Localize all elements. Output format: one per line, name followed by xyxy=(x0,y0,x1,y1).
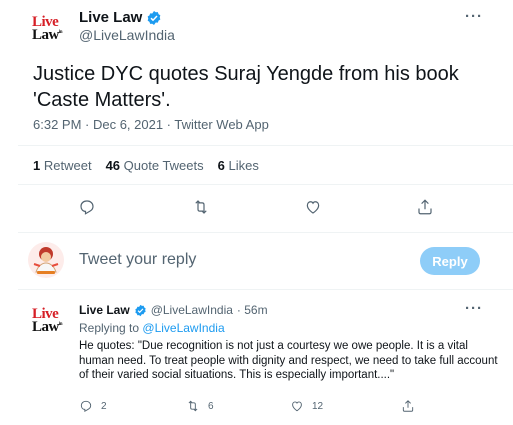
reply-reply-button[interactable]: 2 xyxy=(79,399,107,413)
more-icon[interactable]: ··· xyxy=(465,300,483,317)
logo-line2: Lawin xyxy=(32,319,63,335)
share-button[interactable] xyxy=(414,198,436,216)
reply-like-button[interactable]: 12 xyxy=(290,399,323,413)
verified-badge-icon xyxy=(148,10,161,25)
likes-stat[interactable]: 6 Likes xyxy=(218,158,259,173)
reply-text: He quotes: "Due recognition is not just … xyxy=(79,340,498,381)
divider xyxy=(18,289,513,290)
reply-button[interactable] xyxy=(76,198,98,216)
like-icon xyxy=(292,401,302,412)
retweet-icon xyxy=(195,200,207,214)
quote-tweets-stat[interactable]: 46 Quote Tweets xyxy=(106,158,204,173)
like-count: 12 xyxy=(312,400,324,412)
tweet-text: Justice DYC quotes Suraj Yengde from his… xyxy=(33,63,459,111)
verified-badge-icon xyxy=(135,304,146,316)
reply-share-button[interactable] xyxy=(401,399,415,413)
retweets-stat[interactable]: 1 Retweet xyxy=(33,158,92,173)
reply-retweet-button[interactable]: 6 xyxy=(186,399,214,413)
reply-count: 2 xyxy=(101,400,107,412)
like-icon xyxy=(306,201,320,214)
user-avatar[interactable] xyxy=(28,242,64,278)
reply-time[interactable]: · 56m xyxy=(237,303,268,317)
share-icon xyxy=(418,199,432,215)
replying-to: Replying to @LiveLawIndia xyxy=(79,321,225,335)
reply-author-avatar[interactable]: Live Lawin xyxy=(32,303,68,339)
reply-input[interactable]: Tweet your reply xyxy=(79,251,196,269)
divider xyxy=(18,145,513,146)
author-avatar[interactable]: Live Lawin xyxy=(32,11,68,47)
author-name-text: Live Law xyxy=(79,9,143,26)
divider xyxy=(18,184,513,185)
reply-header: Live Law @LiveLawIndia · 56m xyxy=(79,303,268,317)
replying-to-link[interactable]: @LiveLawIndia xyxy=(142,321,224,335)
reply-author-name[interactable]: Live Law xyxy=(79,303,130,317)
reply-author-handle[interactable]: @LiveLawIndia xyxy=(151,303,233,317)
user-avatar-image xyxy=(33,247,59,274)
retweet-button[interactable] xyxy=(190,198,212,216)
author-name[interactable]: Live Law xyxy=(79,9,162,26)
reply-icon xyxy=(80,400,92,413)
tweet-stats: 1 Retweet 46 Quote Tweets 6 Likes xyxy=(33,158,259,173)
tweet-meta: 6:32 PM · Dec 6, 2021 · Twitter Web App xyxy=(33,117,269,132)
reply-icon xyxy=(80,200,94,215)
retweet-count: 6 xyxy=(208,400,214,412)
retweet-icon xyxy=(188,400,198,412)
more-icon[interactable]: ··· xyxy=(465,8,483,25)
divider xyxy=(18,232,513,233)
share-icon xyxy=(402,400,414,412)
author-handle[interactable]: @LiveLawIndia xyxy=(79,27,175,43)
reply-submit-button[interactable]: Reply xyxy=(420,247,480,275)
like-button[interactable] xyxy=(302,198,324,216)
logo-line2: Lawin xyxy=(32,27,63,43)
